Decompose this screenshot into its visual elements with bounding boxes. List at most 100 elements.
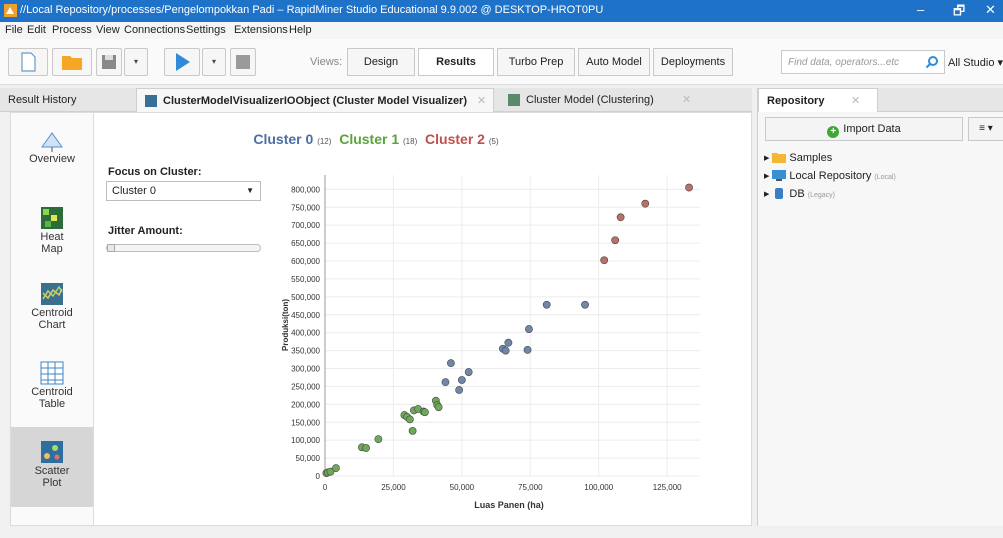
view-turbo-prep-button[interactable]: Turbo Prep <box>497 48 575 76</box>
scatter-point-cluster-0[interactable] <box>525 325 533 333</box>
scatter-point-cluster-1[interactable] <box>362 444 370 452</box>
menu-connections[interactable]: Connections <box>124 24 185 36</box>
scatter-point-cluster-0[interactable] <box>457 376 466 384</box>
scatter-point-cluster-2[interactable] <box>611 236 620 245</box>
x-tick-label: 75,000 <box>518 483 543 492</box>
close-window-button[interactable]: ✕ <box>985 2 996 18</box>
legend-cluster-1[interactable]: Cluster 1 (18) <box>339 131 417 147</box>
play-icon <box>176 53 190 71</box>
scatter-point-cluster-1[interactable] <box>332 464 340 473</box>
tab-repository[interactable]: Repository ✕ <box>758 88 878 112</box>
tab-cluster-model-visualizer[interactable]: ClusterModelVisualizerIOObject (Cluster … <box>136 88 494 112</box>
scatter-point-cluster-0[interactable] <box>447 359 455 368</box>
tree-item-sub: (Local) <box>874 174 896 181</box>
search-input[interactable] <box>782 51 922 73</box>
scatter-point-cluster-1[interactable] <box>421 408 429 417</box>
y-tick-label: 400,000 <box>291 329 320 338</box>
legend-cluster-0-name: Cluster 0 <box>253 131 314 147</box>
tree-item-local-repository[interactable]: ▶ Local Repository (Local) <box>764 170 896 182</box>
save-dropdown-button[interactable]: ▾ <box>124 48 148 76</box>
nav-overview-label: Overview <box>29 153 75 165</box>
tree-item-samples[interactable]: ▶ Samples <box>764 152 832 164</box>
y-tick-label: 750,000 <box>291 203 320 212</box>
scatter-point-cluster-1[interactable] <box>374 435 383 443</box>
nav-centroid-table-label: Centroid Table <box>31 386 73 410</box>
jitter-slider-thumb[interactable] <box>107 244 115 252</box>
import-data-label: Import Data <box>843 123 901 135</box>
view-deployments-button[interactable]: Deployments <box>653 48 733 76</box>
search-box <box>781 50 945 74</box>
tree-item-sub: (Legacy) <box>807 192 835 199</box>
open-process-button[interactable] <box>52 48 92 76</box>
scatter-point-cluster-1[interactable] <box>405 415 414 424</box>
focus-cluster-select[interactable]: Cluster 0 ▼ <box>106 181 261 201</box>
repository-menu-button[interactable]: ≡ ▾ <box>968 117 1003 141</box>
legend-cluster-2[interactable]: Cluster 2 (5) <box>425 131 499 147</box>
save-process-button[interactable] <box>96 48 122 76</box>
x-tick-label: 50,000 <box>450 483 475 492</box>
jitter-amount-slider[interactable] <box>106 244 261 252</box>
run-dropdown-button[interactable]: ▾ <box>202 48 226 76</box>
view-auto-model-button[interactable]: Auto Model <box>578 48 650 76</box>
nav-centroid-chart[interactable]: Centroid Chart <box>11 281 93 343</box>
scatter-point-cluster-0[interactable] <box>581 300 589 309</box>
minimize-button[interactable]: – <box>917 2 924 17</box>
nav-centroid-table[interactable]: Centroid Table <box>11 360 93 422</box>
jitter-amount-label: Jitter Amount: <box>108 225 183 237</box>
nav-heat-map[interactable]: Heat Map <box>11 205 93 265</box>
centroid-chart-icon <box>41 283 63 305</box>
scatter-point-cluster-2[interactable] <box>641 199 650 208</box>
scatter-point-cluster-2[interactable] <box>616 213 625 222</box>
scatter-point-cluster-2[interactable] <box>600 256 609 265</box>
stop-process-button[interactable] <box>230 48 256 76</box>
y-tick-label: 250,000 <box>291 382 320 391</box>
import-data-button[interactable]: + Import Data <box>765 117 963 141</box>
menu-process[interactable]: Process <box>52 24 92 36</box>
scatter-point-cluster-0[interactable] <box>542 300 551 309</box>
repository-tabstrip <box>878 88 1003 112</box>
chevron-down-icon: ▼ <box>246 186 254 195</box>
repository-tab-label: Repository <box>767 95 825 107</box>
nav-scatter-plot[interactable]: Scatter Plot <box>11 427 93 507</box>
menu-file[interactable]: File <box>5 24 23 36</box>
maximize-button[interactable]: 🗗 <box>953 2 965 24</box>
scatter-point-cluster-0[interactable] <box>504 338 513 347</box>
new-process-button[interactable] <box>8 48 48 76</box>
menu-settings[interactable]: Settings <box>186 24 226 36</box>
close-tab-icon[interactable]: ✕ <box>851 89 860 113</box>
menu-view[interactable]: View <box>96 24 120 36</box>
menu-help[interactable]: Help <box>289 24 312 36</box>
scatter-point-cluster-0[interactable] <box>464 368 473 376</box>
close-tab-icon[interactable]: ✕ <box>682 88 691 112</box>
tab-result-history-label: Result History <box>8 94 77 106</box>
scatter-point-cluster-0[interactable] <box>501 346 510 355</box>
tree-item-db[interactable]: ▶ DB (Legacy) <box>764 188 835 200</box>
rapidminer-logo-icon <box>4 4 17 17</box>
menu-bar: File Edit Process View Connections Setti… <box>0 22 1003 39</box>
scatter-point-cluster-1[interactable] <box>408 426 417 435</box>
scatter-point-cluster-0[interactable] <box>441 378 450 387</box>
nav-centroid-chart-label: Centroid Chart <box>31 307 73 331</box>
legend-cluster-0[interactable]: Cluster 0 (12) <box>253 131 331 147</box>
tab-cluster-model[interactable]: Cluster Model (Clustering) ✕ <box>500 88 700 112</box>
menu-edit[interactable]: Edit <box>27 24 46 36</box>
menu-extensions[interactable]: Extensions <box>234 24 288 36</box>
y-axis-ticks: 0 50,000 100,000 150,000 200,000 250,000 300,0… <box>291 185 320 481</box>
scatter-point-cluster-0[interactable] <box>455 386 464 394</box>
tab-result-history[interactable]: Result History <box>0 88 130 112</box>
scatter-point-cluster-2[interactable] <box>685 183 693 192</box>
repository-panel: Repository ✕ + Import Data ≡ ▾ ▶ Samples ▶… <box>757 88 1003 526</box>
view-results-button[interactable]: Results <box>418 48 494 76</box>
all-studio-dropdown[interactable]: All Studio ▾ <box>948 56 1003 69</box>
save-icon <box>102 55 116 69</box>
folder-icon <box>62 56 82 70</box>
run-process-button[interactable] <box>164 48 200 76</box>
x-tick-label: 100,000 <box>584 483 613 492</box>
y-tick-label: 700,000 <box>291 221 320 230</box>
scatter-point-cluster-0[interactable] <box>523 345 532 354</box>
view-design-button[interactable]: Design <box>347 48 415 76</box>
close-tab-icon[interactable]: ✕ <box>477 89 486 113</box>
local-repository-icon <box>772 170 787 181</box>
scatter-point-cluster-1[interactable] <box>434 403 443 412</box>
search-icon[interactable] <box>925 55 939 69</box>
